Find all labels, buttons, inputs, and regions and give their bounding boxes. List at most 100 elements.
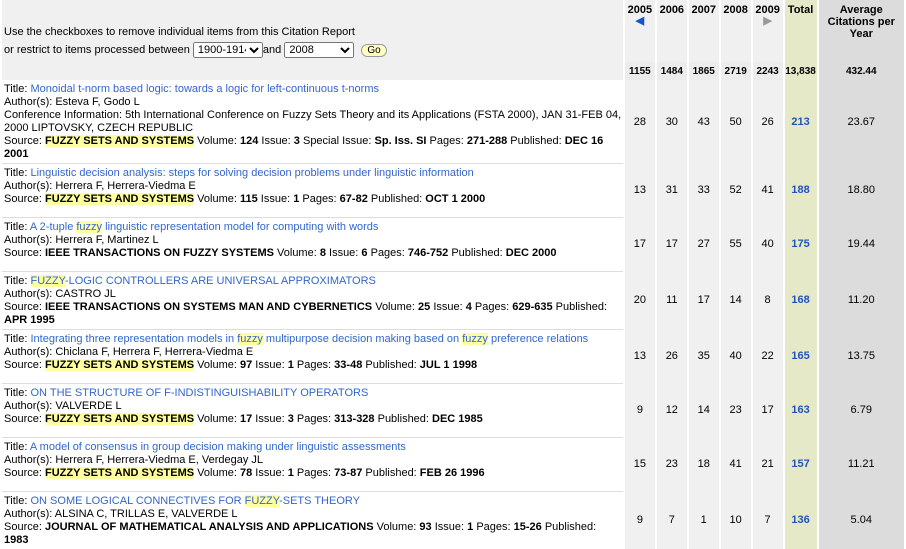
- highlight-term: fuzzy: [237, 333, 263, 345]
- to-year-select[interactable]: 2008: [284, 42, 355, 58]
- published-label: Published:: [507, 135, 565, 147]
- record-source-line: Source: FUZZY SETS AND SYSTEMS Volume: 1…: [4, 413, 623, 426]
- title-label: Title:: [4, 83, 31, 95]
- record-total-link[interactable]: 188: [791, 184, 809, 196]
- citation-count-2009: 7: [752, 491, 783, 549]
- citation-count-2008: 52: [720, 163, 751, 217]
- citation-count-2009: 41: [752, 163, 783, 217]
- source-journal: JOURNAL OF MATHEMATICAL ANALYSIS AND APP…: [44, 521, 374, 533]
- prev-year-arrow-icon[interactable]: ◀: [625, 16, 655, 27]
- citation-count-2007: 27: [688, 217, 719, 271]
- volume-label: Volume:: [194, 193, 240, 205]
- issue-label: Issue:: [431, 521, 468, 533]
- year-range-filter: or restrict to items processed between 1…: [4, 42, 623, 58]
- header-row: Use the checkboxes to remove individual …: [2, 0, 904, 62]
- volume-value: 78: [239, 467, 253, 479]
- source-label: Source:: [4, 359, 45, 371]
- record-title-link[interactable]: Linguistic decision analysis: steps for …: [31, 167, 474, 179]
- record-title-link[interactable]: A 2-tuple fuzzy linguistic representatio…: [30, 221, 378, 233]
- total-2009: 2243: [752, 62, 783, 80]
- citation-count-2005: 13: [624, 163, 655, 217]
- total-2008: 2719: [720, 62, 751, 80]
- pages-label: Pages:: [293, 413, 335, 425]
- record-total: 213: [784, 80, 817, 163]
- title-text: -SETS THEORY: [279, 495, 360, 507]
- pages-label: Pages:: [299, 193, 340, 205]
- record-total-link[interactable]: 175: [791, 238, 809, 250]
- volume-label: Volume:: [372, 301, 419, 313]
- record-authors: Author(s): Herrera F, Herrera-Viedma E, …: [4, 454, 264, 466]
- record-total: 136: [784, 491, 817, 549]
- highlight-term: FUZZY: [30, 275, 65, 287]
- pages-value: 271-288: [466, 135, 508, 147]
- filter-panel: Use the checkboxes to remove individual …: [2, 0, 623, 62]
- record-total-link[interactable]: 168: [791, 294, 809, 306]
- record-total: 163: [784, 383, 817, 437]
- published-value: 1983: [4, 534, 29, 546]
- source-journal: FUZZY SETS AND SYSTEMS: [44, 413, 195, 425]
- record-title-link[interactable]: ON THE STRUCTURE OF F-INDISTINGUISHABILI…: [31, 387, 369, 399]
- pages-label: Pages:: [471, 301, 513, 313]
- citation-count-2009: 26: [752, 80, 783, 163]
- citation-count-2005: 9: [624, 491, 655, 549]
- source-label: Source:: [4, 413, 45, 425]
- citation-count-2006: 7: [656, 491, 687, 549]
- record-title-link[interactable]: A model of consensus in group decision m…: [30, 441, 406, 453]
- year-header-2009: 2009 ▶: [752, 0, 783, 62]
- issue-label: Issue:: [325, 247, 362, 259]
- volume-value: 97: [239, 359, 253, 371]
- record-row: Title: FUZZY-LOGIC CONTROLLERS ARE UNIVE…: [2, 271, 904, 329]
- record-details: Title: Monoidal t-norm based logic: towa…: [2, 80, 623, 163]
- record-average: 11.20: [818, 271, 904, 329]
- record-total-link[interactable]: 157: [791, 458, 809, 470]
- highlight-term: fuzzy: [462, 333, 488, 345]
- citation-count-2005: 13: [624, 329, 655, 383]
- citation-count-2008: 14: [720, 271, 751, 329]
- record-source-line: Source: IEEE TRANSACTIONS ON FUZZY SYSTE…: [4, 247, 623, 260]
- record-title-link[interactable]: Monoidal t-norm based logic: towards a l…: [31, 83, 380, 95]
- citation-count-2007: 17: [688, 271, 719, 329]
- citation-count-2008: 23: [720, 383, 751, 437]
- citation-count-2007: 14: [688, 383, 719, 437]
- special-label: Special Issue:: [299, 135, 375, 147]
- volume-value: 115: [239, 193, 258, 205]
- source-journal: IEEE TRANSACTIONS ON FUZZY SYSTEMS: [44, 247, 274, 259]
- record-details: Title: A model of consensus in group dec…: [2, 437, 623, 491]
- record-row: Title: Linguistic decision analysis: ste…: [2, 163, 904, 217]
- record-title-line: Title: ON SOME LOGICAL CONNECTIVES FOR F…: [4, 495, 623, 508]
- go-button[interactable]: Go: [361, 44, 387, 57]
- record-title-link[interactable]: FUZZY-LOGIC CONTROLLERS ARE UNIVERSAL AP…: [30, 275, 376, 287]
- source-label: Source:: [4, 135, 45, 147]
- volume-label: Volume:: [373, 521, 420, 533]
- record-row: Title: A 2-tuple fuzzy linguistic repres…: [2, 217, 904, 271]
- citation-count-2009: 17: [752, 383, 783, 437]
- range-prefix: or restrict to items processed between: [4, 44, 190, 56]
- year-header-2005: 2005 ◀: [624, 0, 655, 62]
- published-value: JUL 1 1998: [419, 359, 478, 371]
- source-label: Source:: [4, 521, 45, 533]
- record-details: Title: FUZZY-LOGIC CONTROLLERS ARE UNIVE…: [2, 271, 623, 329]
- record-total: 168: [784, 271, 817, 329]
- record-total-link[interactable]: 136: [791, 514, 809, 526]
- total-2006: 1484: [656, 62, 687, 80]
- published-label: Published:: [362, 467, 420, 479]
- from-year-select[interactable]: 1900-1914: [192, 42, 263, 58]
- record-row: Title: ON THE STRUCTURE OF F-INDISTINGUI…: [2, 383, 904, 437]
- citation-count-2008: 50: [720, 80, 751, 163]
- volume-label: Volume:: [194, 413, 240, 425]
- citation-count-2005: 20: [624, 271, 655, 329]
- record-total-link[interactable]: 213: [791, 116, 809, 128]
- record-total-link[interactable]: 163: [791, 404, 809, 416]
- record-source-line: Source: FUZZY SETS AND SYSTEMS Volume: 7…: [4, 467, 623, 480]
- record-title-link[interactable]: ON SOME LOGICAL CONNECTIVES FOR FUZZY-SE…: [31, 495, 360, 507]
- record-title-link[interactable]: Integrating three representation models …: [31, 333, 588, 345]
- record-row: Title: A model of consensus in group dec…: [2, 437, 904, 491]
- record-total: 157: [784, 437, 817, 491]
- record-total-link[interactable]: 165: [791, 350, 809, 362]
- citation-count-2009: 21: [752, 437, 783, 491]
- record-source-line: Source: FUZZY SETS AND SYSTEMS Volume: 1…: [4, 193, 623, 206]
- total-header: Total: [784, 0, 817, 62]
- next-year-arrow-icon[interactable]: ▶: [753, 16, 783, 27]
- record-source-line: Source: IEEE TRANSACTIONS ON SYSTEMS MAN…: [4, 301, 623, 327]
- title-text: ON SOME LOGICAL CONNECTIVES FOR: [30, 495, 245, 507]
